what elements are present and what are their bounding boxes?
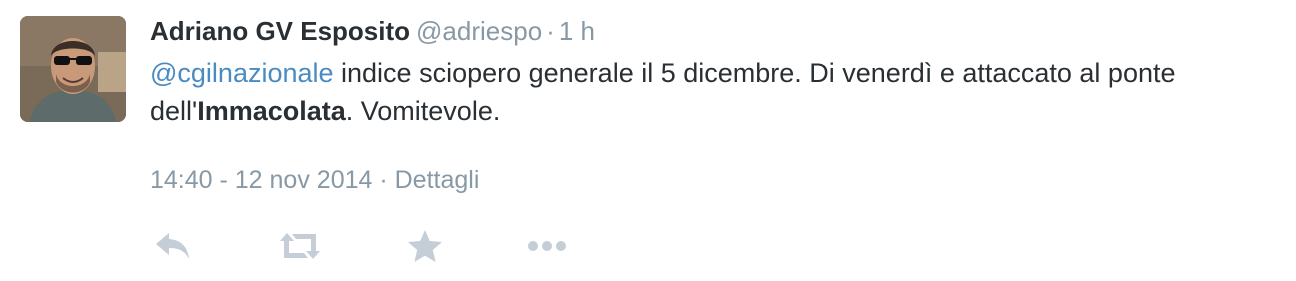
relative-time[interactable]: 1 h xyxy=(559,16,595,46)
more-icon xyxy=(528,241,566,251)
tweet-text-part2: . Vomitevole. xyxy=(345,96,501,126)
reply-icon xyxy=(156,233,189,259)
header-separator: · xyxy=(546,16,555,46)
author-fullname[interactable]: Adriano GV Esposito xyxy=(150,16,410,46)
more-button[interactable] xyxy=(522,226,572,266)
details-link[interactable]: Dettagli xyxy=(395,166,480,194)
reply-button[interactable] xyxy=(150,226,196,266)
author-username[interactable]: @adriespo xyxy=(416,16,542,46)
tweet-meta: 14:40 - 12 nov 2014 · Dettagli xyxy=(150,164,479,196)
favorite-button[interactable] xyxy=(404,226,446,266)
avatar[interactable] xyxy=(20,16,126,122)
retweet-icon xyxy=(280,233,320,259)
tweet-header: Adriano GV Esposito @adriespo · 1 h xyxy=(150,14,595,48)
retweet-button[interactable] xyxy=(274,226,326,266)
avatar-image xyxy=(20,16,126,122)
star-icon xyxy=(408,230,442,262)
tweet-text: @cgilnazionale indice sciopero generale … xyxy=(150,54,1270,130)
mention-link[interactable]: @cgilnazionale xyxy=(150,58,334,88)
tweet-actions xyxy=(150,226,650,266)
tweet: Adriano GV Esposito @adriespo · 1 h @cgilna… xyxy=(0,0,1296,281)
meta-separator: · xyxy=(372,166,395,194)
timestamp[interactable]: 14:40 - 12 nov 2014 xyxy=(150,166,372,194)
tweet-text-bold: Immacolata xyxy=(197,96,346,126)
